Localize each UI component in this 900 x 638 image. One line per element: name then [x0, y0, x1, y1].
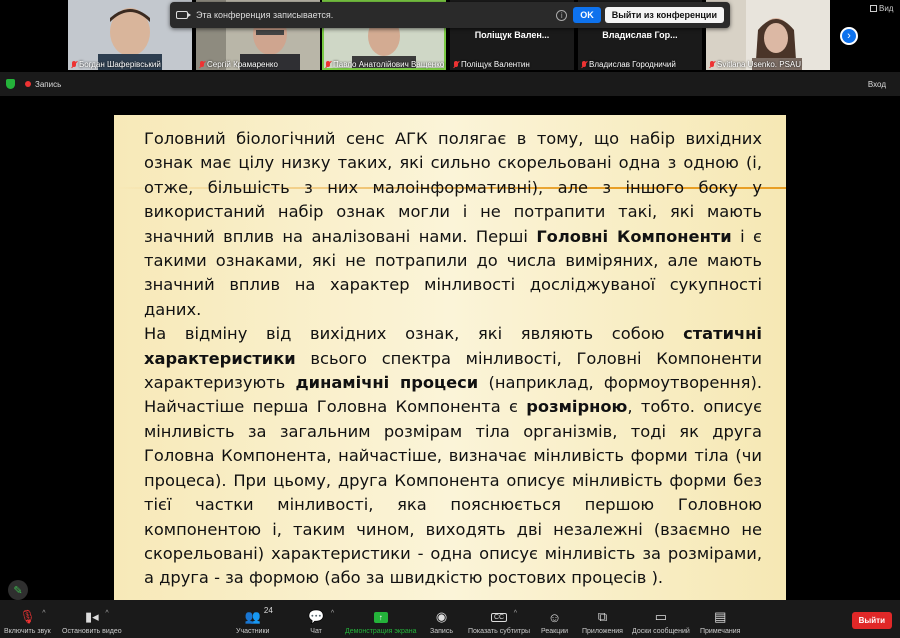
- shared-screen-area: Головний біологічний сенс АГК полягає в …: [0, 96, 900, 600]
- leave-meeting-banner-button[interactable]: Выйти из конференции: [604, 7, 724, 23]
- slide-paragraph-2: На відміну від вихідних ознак, які являю…: [144, 324, 763, 588]
- participants-button[interactable]: 👥 24 Участники: [236, 606, 273, 635]
- gallery-next-arrow-icon[interactable]: ›: [840, 27, 858, 45]
- smiley-reaction-icon: ☺: [547, 609, 562, 625]
- record-icon: ◉: [435, 609, 448, 624]
- view-button[interactable]: Вид: [870, 4, 893, 13]
- show-captions-button[interactable]: CC ^ Показать субтитры: [468, 608, 530, 635]
- notes-button[interactable]: ▤ Примечания: [700, 608, 740, 635]
- share-screen-icon: ↑: [373, 608, 388, 626]
- recording-notice-text: Эта конференция записывается.: [196, 10, 334, 20]
- closed-captions-icon: CC ^: [490, 608, 517, 626]
- zoom-window: Богдан Шаферівський Сергій Крамаренко Па…: [0, 0, 900, 638]
- participant-center-name: Поліщук Вален...: [474, 30, 550, 40]
- participant-name: Поліщук Валентин: [453, 60, 530, 69]
- participant-name: Богдан Шаферівський: [71, 60, 161, 69]
- info-icon[interactable]: i: [556, 9, 568, 21]
- chat-button[interactable]: 💬 ^ Чат: [308, 608, 335, 635]
- reactions-button[interactable]: ☺ Реакции: [541, 608, 568, 636]
- recording-notification-banner: Эта конференция записывается. i OK Выйти…: [170, 2, 730, 28]
- notes-icon: ▤: [714, 609, 727, 624]
- whiteboards-button[interactable]: ▭ Доски сообщений: [632, 608, 690, 635]
- participant-name: Сергій Крамаренко: [199, 60, 278, 69]
- apps-icon: ⧉: [597, 609, 608, 624]
- recording-dot-icon: [25, 81, 31, 87]
- recording-label[interactable]: Запись: [35, 80, 61, 89]
- record-button[interactable]: ◉ Запись: [430, 608, 453, 635]
- muted-mic-icon: [71, 60, 77, 69]
- muted-mic-icon: [581, 60, 587, 69]
- apps-button[interactable]: ⧉ Приложения: [582, 608, 623, 635]
- participant-gallery: Богдан Шаферівський Сергій Крамаренко Па…: [0, 0, 900, 72]
- shield-icon[interactable]: [6, 79, 15, 89]
- slide-paragraph-1: Головний біологічний сенс АГК полягає в …: [144, 129, 762, 319]
- participants-icon: 👥 24: [244, 606, 273, 624]
- stop-video-button[interactable]: ▮◂ ^ Остановить видео: [62, 608, 122, 635]
- meeting-status-bar: Запись Вход: [0, 72, 900, 96]
- whiteboard-icon: ▭: [654, 609, 668, 624]
- participant-name: Svitlana Usenko. PSAU: [709, 60, 801, 69]
- slide-body-text: Головний біологічний сенс АГК полягає в …: [144, 127, 762, 591]
- exit-fullscreen-button[interactable]: Вход: [868, 80, 894, 89]
- meeting-toolbar: 🎙 ^ Включить звук ▮◂ ^ Остановить видео 👥 2…: [0, 600, 900, 638]
- muted-microphone-icon: 🎙 ^: [19, 609, 46, 624]
- muted-mic-icon: [199, 60, 205, 69]
- recording-ok-button[interactable]: OK: [573, 7, 601, 23]
- recording-camera-icon: [176, 11, 191, 19]
- presentation-slide: Головний біологічний сенс АГК полягає в …: [114, 115, 786, 600]
- muted-mic-icon: [325, 60, 331, 69]
- video-camera-icon: ▮◂ ^: [84, 609, 109, 624]
- chat-bubble-icon: 💬 ^: [308, 609, 335, 624]
- muted-mic-icon: [453, 60, 459, 69]
- annotate-pencil-icon[interactable]: ✎: [8, 580, 28, 600]
- participant-name: Павло Анатолійович Ващенко: [325, 60, 444, 69]
- participant-name: Владислав Городничий: [581, 60, 676, 69]
- participant-center-name: Владислав Гор...: [602, 30, 678, 40]
- participants-count: 24: [263, 606, 273, 615]
- leave-meeting-button[interactable]: Выйти: [851, 612, 892, 629]
- muted-mic-icon: [709, 60, 715, 69]
- grid-view-icon: [870, 5, 877, 12]
- share-screen-button[interactable]: ↑ Демонстрация экрана: [345, 608, 417, 635]
- unmute-button[interactable]: 🎙 ^ Включить звук: [4, 608, 51, 635]
